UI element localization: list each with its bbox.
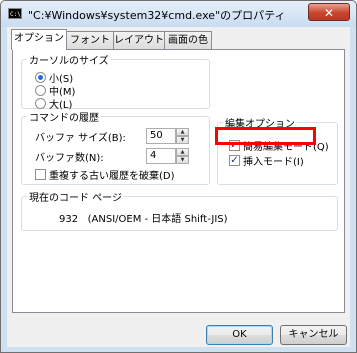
close-icon: ✕ bbox=[323, 6, 335, 20]
buffer-count-stepper: 4 ▲ ▼ bbox=[146, 148, 189, 164]
window-title: "C:¥Windows¥system32¥cmd.exe"のプロパティ bbox=[28, 9, 286, 22]
options-panel: カーソルのサイズ 小(S) 中(M) 大(L) コマンドの履歴 バッファ サイズ… bbox=[12, 49, 345, 313]
buffer-count-down-icon[interactable]: ▼ bbox=[176, 156, 189, 164]
cursor-size-legend: カーソルのサイズ bbox=[29, 56, 109, 67]
code-page-legend: 現在のコード ページ bbox=[29, 193, 122, 204]
tab-screen-colors[interactable]: 画面の色 bbox=[164, 31, 212, 49]
tab-options[interactable]: オプション bbox=[11, 29, 67, 50]
buffer-size-input[interactable]: 50 bbox=[146, 128, 176, 144]
insert-mode-label: 挿入モード(I) bbox=[243, 157, 304, 168]
buffer-count-label: バッファ数(N): bbox=[35, 153, 104, 164]
cmd-app-icon: C:\ bbox=[8, 8, 22, 19]
buffer-size-up-icon[interactable]: ▲ bbox=[176, 128, 189, 136]
tab-layout[interactable]: レイアウト bbox=[113, 31, 165, 49]
discard-old-check-box[interactable] bbox=[35, 169, 46, 180]
buffer-size-down-icon[interactable]: ▼ bbox=[176, 136, 189, 144]
insert-mode-check-icon[interactable]: ✓ bbox=[229, 155, 240, 166]
quick-edit-highlight-box bbox=[215, 127, 316, 145]
discard-old-duplicates-checkbox[interactable]: 重複する古い履歴を破棄(D) bbox=[35, 167, 175, 182]
buffer-count-up-icon[interactable]: ▲ bbox=[176, 148, 189, 156]
buffer-size-label: バッファ サイズ(B): bbox=[35, 133, 126, 144]
dialog-client: オプション フォント レイアウト 画面の色 カーソルのサイズ 小(S) 中(M)… bbox=[7, 27, 350, 347]
close-button[interactable]: ✕ bbox=[308, 3, 350, 21]
code-page-value: 932 (ANSI/OEM - 日本語 Shift-JIS) bbox=[59, 214, 228, 225]
radio-large-indicator[interactable] bbox=[35, 98, 46, 109]
cancel-button[interactable]: キャンセル bbox=[280, 325, 347, 345]
buffer-size-stepper: 50 ▲ ▼ bbox=[146, 128, 189, 144]
radio-small-indicator[interactable] bbox=[35, 72, 46, 83]
properties-window: C:\ "C:¥Windows¥system32¥cmd.exe"のプロパティ … bbox=[0, 0, 357, 353]
ok-button[interactable]: OK bbox=[206, 325, 273, 345]
command-history-legend: コマンドの履歴 bbox=[29, 113, 99, 124]
discard-old-label: 重複する古い履歴を破棄(D) bbox=[49, 171, 175, 182]
buffer-count-input[interactable]: 4 bbox=[146, 148, 176, 164]
title-bar[interactable]: C:\ "C:¥Windows¥system32¥cmd.exe"のプロパティ … bbox=[1, 1, 356, 27]
tab-font[interactable]: フォント bbox=[66, 31, 114, 49]
radio-medium-indicator[interactable] bbox=[35, 85, 46, 96]
insert-mode-checkbox[interactable]: ✓ 挿入モード(I) bbox=[229, 153, 304, 168]
